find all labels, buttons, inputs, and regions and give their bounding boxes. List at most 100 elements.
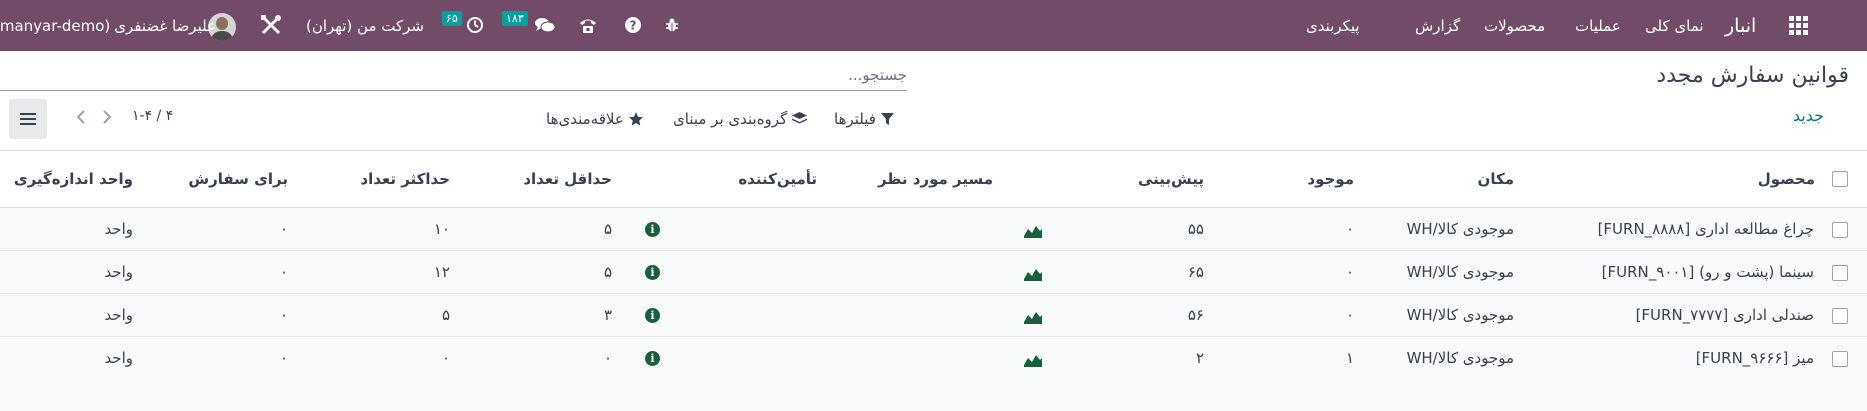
cell-uom: واحد — [104, 349, 133, 367]
phone-icon[interactable] — [577, 14, 599, 36]
pager-next-icon[interactable] — [102, 109, 112, 128]
column-header-forecast[interactable]: پیش‌بینی — [1138, 170, 1204, 188]
column-header-route[interactable]: مسیر مورد نظر — [878, 170, 993, 188]
cell-forecast: ۵۶ — [1187, 306, 1204, 324]
debug-bug-icon[interactable] — [662, 14, 682, 36]
activity-clock-icon[interactable] — [464, 14, 486, 36]
search-input[interactable] — [0, 61, 907, 89]
table-row[interactable]: [FURN_۷۷۷۷] صندلی اداری WH/موجودی کالا ۰… — [0, 294, 1867, 337]
menu-reporting[interactable]: گزارش — [1415, 0, 1460, 51]
cell-product: [FURN_۹۶۶۶] میز — [1695, 349, 1814, 367]
menu-configuration[interactable]: پیکربندی — [1306, 0, 1360, 51]
info-icon[interactable]: i — [645, 308, 660, 323]
pager-value[interactable]: ۱-۴ / ۴ — [132, 108, 173, 124]
top-navbar: انبار نمای کلی عملیات محصولات گزارش پیکر… — [0, 0, 1867, 51]
column-header-to-order[interactable]: برای سفارش — [188, 170, 288, 188]
column-header-product[interactable]: محصول — [1758, 170, 1815, 188]
table-row[interactable]: [FURN_۹۶۶۶] میز WH/موجودی کالا ۱ ۲ i ۰ ۰… — [0, 337, 1867, 380]
column-header-min-qty[interactable]: حداقل تعداد — [523, 170, 612, 188]
apps-menu-icon[interactable] — [1789, 16, 1808, 35]
help-icon[interactable]: ? — [623, 14, 643, 36]
favorites-dropdown[interactable]: علاقه‌مندی‌ها — [546, 110, 643, 128]
user-name: علیرضا غضنفری — [114, 16, 217, 35]
cell-product: [FURN_۹۰۰۱] سینما (پشت و رو) — [1601, 263, 1814, 281]
cell-max-qty: ۰ — [441, 349, 450, 367]
column-header-uom[interactable]: واحد اندازه‌گیری — [14, 170, 133, 188]
filters-label: فیلترها — [834, 110, 876, 128]
menu-products[interactable]: محصولات — [1484, 0, 1545, 51]
cell-to-order: ۰ — [279, 349, 288, 367]
cell-forecast: ۲ — [1195, 349, 1204, 367]
messages-icon[interactable] — [533, 14, 557, 36]
cell-to-order: ۰ — [279, 306, 288, 324]
tools-settings-icon[interactable] — [259, 14, 283, 36]
forecast-graph-icon[interactable] — [1024, 309, 1042, 328]
list-footer-area — [0, 378, 1867, 411]
page-title: قوانین سفارش مجدد — [1656, 63, 1849, 88]
forecast-graph-icon[interactable] — [1024, 266, 1042, 285]
column-header-vendor[interactable]: تأمین‌کننده — [738, 170, 817, 188]
activity-count-badge: ۶۵ — [442, 11, 462, 26]
table-row[interactable]: [FURN_۹۰۰۱] سینما (پشت و رو) WH/موجودی ک… — [0, 251, 1867, 294]
cell-product: [FURN_۷۷۷۷] صندلی اداری — [1635, 306, 1814, 324]
control-panel: قوانین سفارش مجدد جدید فیلترها گروه‌بندی… — [0, 51, 1867, 151]
list-view-button[interactable] — [9, 99, 47, 139]
database-name: (manyar-demo) — [0, 16, 111, 35]
forecast-graph-icon[interactable] — [1024, 352, 1042, 371]
cell-max-qty: ۱۰ — [433, 220, 450, 238]
cell-min-qty: ۳ — [603, 306, 612, 324]
info-icon[interactable]: i — [645, 265, 660, 280]
row-checkbox[interactable] — [1832, 265, 1848, 281]
cell-on-hand: ۰ — [1345, 306, 1354, 324]
row-checkbox[interactable] — [1832, 222, 1848, 238]
filters-dropdown[interactable]: فیلترها — [834, 110, 894, 128]
new-button[interactable]: جدید — [1793, 106, 1824, 125]
column-header-max-qty[interactable]: حداکثر تعداد — [360, 170, 450, 188]
cell-uom: واحد — [104, 263, 133, 281]
search-bar — [0, 61, 907, 91]
cell-min-qty: ۵ — [603, 263, 612, 281]
forecast-graph-icon[interactable] — [1024, 223, 1042, 242]
messages-count-badge: ۱۸۳ — [502, 11, 528, 26]
cell-max-qty: ۱۲ — [433, 263, 450, 281]
cell-location: WH/موجودی کالا — [1406, 349, 1514, 367]
cell-max-qty: ۵ — [441, 306, 450, 324]
reorder-rules-table: محصول مکان موجود پیش‌بینی مسیر مورد نظر … — [0, 152, 1867, 380]
cell-uom: واحد — [104, 306, 133, 324]
menu-operations[interactable]: عملیات — [1575, 0, 1621, 51]
cell-product: [FURN_۸۸۸۸] چراغ مطالعه اداری — [1597, 220, 1814, 238]
info-icon[interactable]: i — [645, 222, 660, 237]
cell-location: WH/موجودی کالا — [1406, 220, 1514, 238]
cell-on-hand: ۰ — [1345, 220, 1354, 238]
favorites-label: علاقه‌مندی‌ها — [546, 110, 624, 128]
layers-icon — [792, 112, 808, 124]
cell-location: WH/موجودی کالا — [1406, 263, 1514, 281]
row-checkbox[interactable] — [1832, 351, 1848, 367]
cell-forecast: ۵۵ — [1187, 220, 1204, 238]
cell-location: WH/موجودی کالا — [1406, 306, 1514, 324]
column-header-location[interactable]: مکان — [1478, 170, 1514, 188]
cell-on-hand: ۱ — [1345, 349, 1354, 367]
table-row[interactable]: [FURN_۸۸۸۸] چراغ مطالعه اداری WH/موجودی … — [0, 208, 1867, 251]
star-icon — [628, 112, 643, 126]
cell-min-qty: ۵ — [603, 220, 612, 238]
group-by-dropdown[interactable]: گروه‌بندی بر مبنای — [673, 110, 808, 128]
group-by-label: گروه‌بندی بر مبنای — [673, 110, 788, 128]
select-all-checkbox[interactable] — [1832, 171, 1848, 187]
cell-forecast: ۶۵ — [1187, 263, 1204, 281]
company-switcher[interactable]: شرکت من (تهران) — [306, 0, 424, 51]
filter-funnel-icon — [880, 112, 894, 125]
cell-min-qty: ۰ — [603, 349, 612, 367]
cell-uom: واحد — [104, 220, 133, 238]
row-checkbox[interactable] — [1832, 308, 1848, 324]
info-icon[interactable]: i — [645, 351, 660, 366]
table-header: محصول مکان موجود پیش‌بینی مسیر مورد نظر … — [0, 152, 1867, 208]
svg-text:?: ? — [630, 19, 637, 33]
user-menu[interactable]: (manyar-demo) علیرضا غضنفری — [0, 0, 216, 51]
column-header-on-hand[interactable]: موجود — [1307, 170, 1354, 188]
pager-previous-icon[interactable] — [76, 109, 86, 128]
app-brand[interactable]: انبار — [1725, 0, 1756, 51]
menu-overview[interactable]: نمای کلی — [1645, 0, 1704, 51]
list-view-icon — [20, 113, 36, 125]
cell-on-hand: ۰ — [1345, 263, 1354, 281]
